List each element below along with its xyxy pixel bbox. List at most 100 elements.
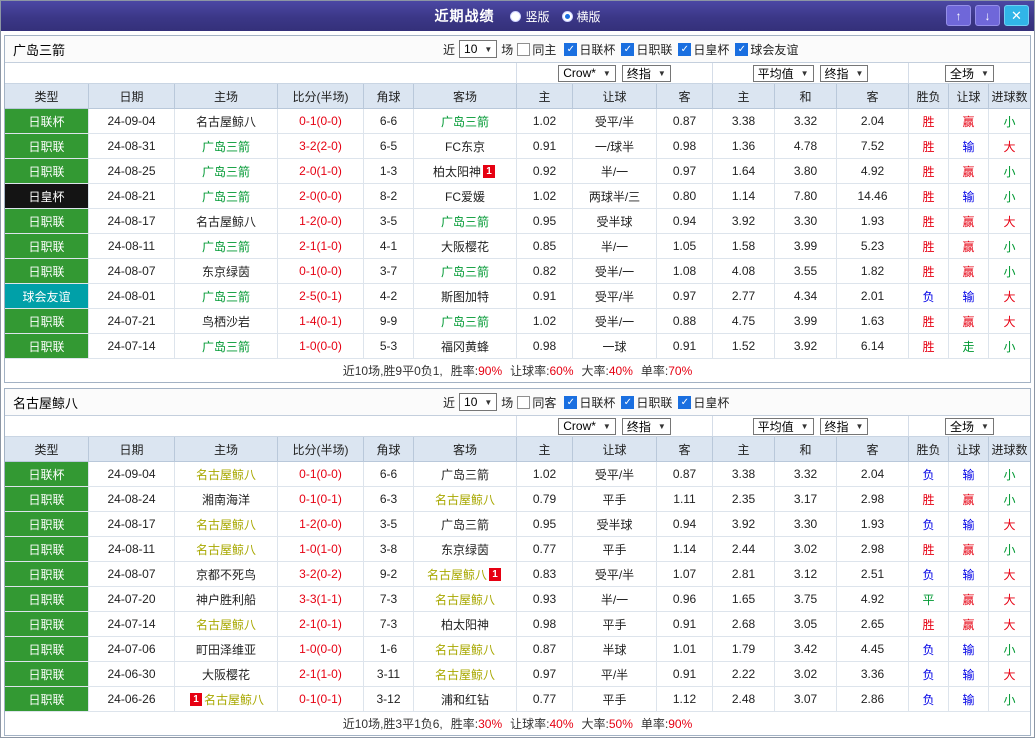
crown-away-odds: 0.91 xyxy=(657,662,713,687)
column-header-row: 类型 日期 主场 比分(半场) 角球 客场主让球客主和客胜负 让球 进球数 xyxy=(5,84,1030,109)
match-row: 日职联 24-06-30 大阪樱花 2-1(1-0) 3-11 名古屋鲸八 0.97 平/半 0… xyxy=(5,662,1030,687)
summary-stat-label: 让球率: xyxy=(510,364,550,378)
handicap-line: 平手 xyxy=(573,537,657,562)
crown-home-odds: 0.83 xyxy=(517,562,573,587)
handicap-result: 赢 xyxy=(949,234,989,259)
corners: 6-3 xyxy=(364,487,414,512)
goals-result: 大 xyxy=(989,512,1030,537)
column-header: 和 xyxy=(775,437,837,462)
goals-result: 小 xyxy=(989,109,1030,134)
match-result: 胜 xyxy=(909,184,949,209)
league-filter-0[interactable]: ✓ 日联杯 xyxy=(564,394,615,411)
euro-home-odds: 2.35 xyxy=(713,487,775,512)
league-badge: 日职联 xyxy=(5,334,89,359)
same-venue-filter[interactable]: 同客 xyxy=(517,394,556,411)
euro-home-odds: 1.52 xyxy=(713,334,775,359)
euro-odds-time-select[interactable]: 终指 ▼ xyxy=(819,417,869,435)
euro-odds-time-select[interactable]: 终指 ▼ xyxy=(819,64,869,82)
handicap-line: 平手 xyxy=(573,687,657,712)
crown-odds-time-select[interactable]: 终指 ▼ xyxy=(621,417,671,435)
layout-radio-group: 竖版 横版 xyxy=(510,8,601,25)
score: 2-1(1-0) xyxy=(278,662,364,687)
match-row: 日职联 24-07-21 鸟栖沙岩 1-4(0-1) 9-9 广岛三箭 1.02 受半/一 0.… xyxy=(5,309,1030,334)
match-date: 24-08-11 xyxy=(89,537,175,562)
corners: 6-5 xyxy=(364,134,414,159)
crown-away-odds: 0.88 xyxy=(657,309,713,334)
scroll-up-button[interactable]: ↑ xyxy=(946,5,971,26)
goals-result: 大 xyxy=(989,612,1030,637)
crown-away-odds: 1.08 xyxy=(657,259,713,284)
corners: 7-3 xyxy=(364,612,414,637)
filter-bar: 近 10 ▼ 场 同客 ✓ 日联杯 ✓ 日职联 ✓ 日皇杯 xyxy=(443,393,729,411)
radio-horizontal-layout[interactable]: 横版 xyxy=(561,8,601,25)
euro-odds-source-select[interactable]: 平均值 ▼ xyxy=(752,64,814,82)
league-badge: 日职联 xyxy=(5,612,89,637)
score: 2-1(1-0) xyxy=(278,234,364,259)
checkbox-icon: ✓ xyxy=(621,395,635,409)
column-header: 客 xyxy=(657,84,713,109)
crown-home-odds: 0.85 xyxy=(517,234,573,259)
match-row: 日职联 24-08-31 广岛三箭 3-2(2-0) 6-5 FC东京 0.91 一/球半 0.… xyxy=(5,134,1030,159)
score: 1-0(0-0) xyxy=(278,334,364,359)
crown-home-odds: 0.97 xyxy=(517,662,573,687)
league-filter-0[interactable]: ✓ 日联杯 xyxy=(564,41,615,58)
match-result: 胜 xyxy=(909,234,949,259)
chevron-down-icon: ▼ xyxy=(981,68,989,78)
score: 0-1(0-0) xyxy=(278,462,364,487)
league-badge: 日职联 xyxy=(5,259,89,284)
column-header: 进球数 xyxy=(989,84,1030,109)
column-header: 客 xyxy=(837,437,909,462)
match-count-select[interactable]: 10 ▼ xyxy=(459,393,498,411)
match-date: 24-07-14 xyxy=(89,334,175,359)
euro-away-odds: 1.63 xyxy=(837,309,909,334)
goals-result: 小 xyxy=(989,184,1030,209)
euro-home-odds: 2.22 xyxy=(713,662,775,687)
close-button[interactable]: ✕ xyxy=(1004,5,1029,26)
column-header: 比分(半场) xyxy=(278,437,364,462)
euro-odds-source-select[interactable]: 平均值 ▼ xyxy=(752,417,814,435)
league-filter-2[interactable]: ✓ 日皇杯 xyxy=(678,41,729,58)
column-header: 类型 xyxy=(5,84,89,109)
scope-select[interactable]: 全场 ▼ xyxy=(945,64,994,82)
match-date: 24-08-01 xyxy=(89,284,175,309)
bookmaker-select[interactable]: Crow* ▼ xyxy=(558,417,616,435)
crown-away-odds: 0.91 xyxy=(657,334,713,359)
filter-bar: 近 10 ▼ 场 同主 ✓ 日联杯 ✓ 日职联 ✓ 日皇杯 ✓ 球会友谊 xyxy=(443,40,798,58)
match-row: 日职联 24-08-07 东京绿茵 0-1(0-0) 3-7 广岛三箭 0.82 受半/一 1.… xyxy=(5,259,1030,284)
scope-select[interactable]: 全场 ▼ xyxy=(945,417,994,435)
scroll-down-button[interactable]: ↓ xyxy=(975,5,1000,26)
column-header: 让球 xyxy=(949,84,989,109)
home-team: 名古屋鲸八 xyxy=(175,109,278,134)
handicap-line: 两球半/三 xyxy=(573,184,657,209)
bookmaker-select[interactable]: Crow* ▼ xyxy=(558,64,616,82)
match-count-select[interactable]: 10 ▼ xyxy=(459,40,498,58)
euro-away-odds: 1.93 xyxy=(837,209,909,234)
handicap-result: 输 xyxy=(949,184,989,209)
crown-odds-time-select[interactable]: 终指 ▼ xyxy=(621,64,671,82)
team-label: 东京绿茵 xyxy=(201,264,250,279)
league-filter-2[interactable]: ✓ 日皇杯 xyxy=(678,394,729,411)
league-filter-1[interactable]: ✓ 日职联 xyxy=(621,394,672,411)
league-filter-label: 日皇杯 xyxy=(693,42,730,57)
euro-away-odds: 4.45 xyxy=(837,637,909,662)
same-venue-filter[interactable]: 同主 xyxy=(517,41,556,58)
corners: 3-7 xyxy=(364,259,414,284)
handicap-result: 输 xyxy=(949,562,989,587)
league-filter-1[interactable]: ✓ 日职联 xyxy=(621,41,672,58)
match-result: 胜 xyxy=(909,209,949,234)
euro-away-odds: 2.04 xyxy=(837,109,909,134)
match-result: 负 xyxy=(909,512,949,537)
league-filter-3[interactable]: ✓ 球会友谊 xyxy=(735,41,798,58)
home-team: 湘南海洋 xyxy=(175,487,278,512)
crown-home-odds: 1.02 xyxy=(517,184,573,209)
score: 0-1(0-1) xyxy=(278,687,364,712)
radio-vertical-layout[interactable]: 竖版 xyxy=(510,8,550,25)
euro-draw-odds: 3.99 xyxy=(775,309,837,334)
league-badge: 日皇杯 xyxy=(5,184,89,209)
crown-home-odds: 1.02 xyxy=(517,109,573,134)
handicap-line: 平手 xyxy=(573,612,657,637)
league-badge: 日联杯 xyxy=(5,462,89,487)
league-badge: 日职联 xyxy=(5,562,89,587)
team-label: 斯图加特 xyxy=(440,289,489,304)
goals-result: 大 xyxy=(989,134,1030,159)
